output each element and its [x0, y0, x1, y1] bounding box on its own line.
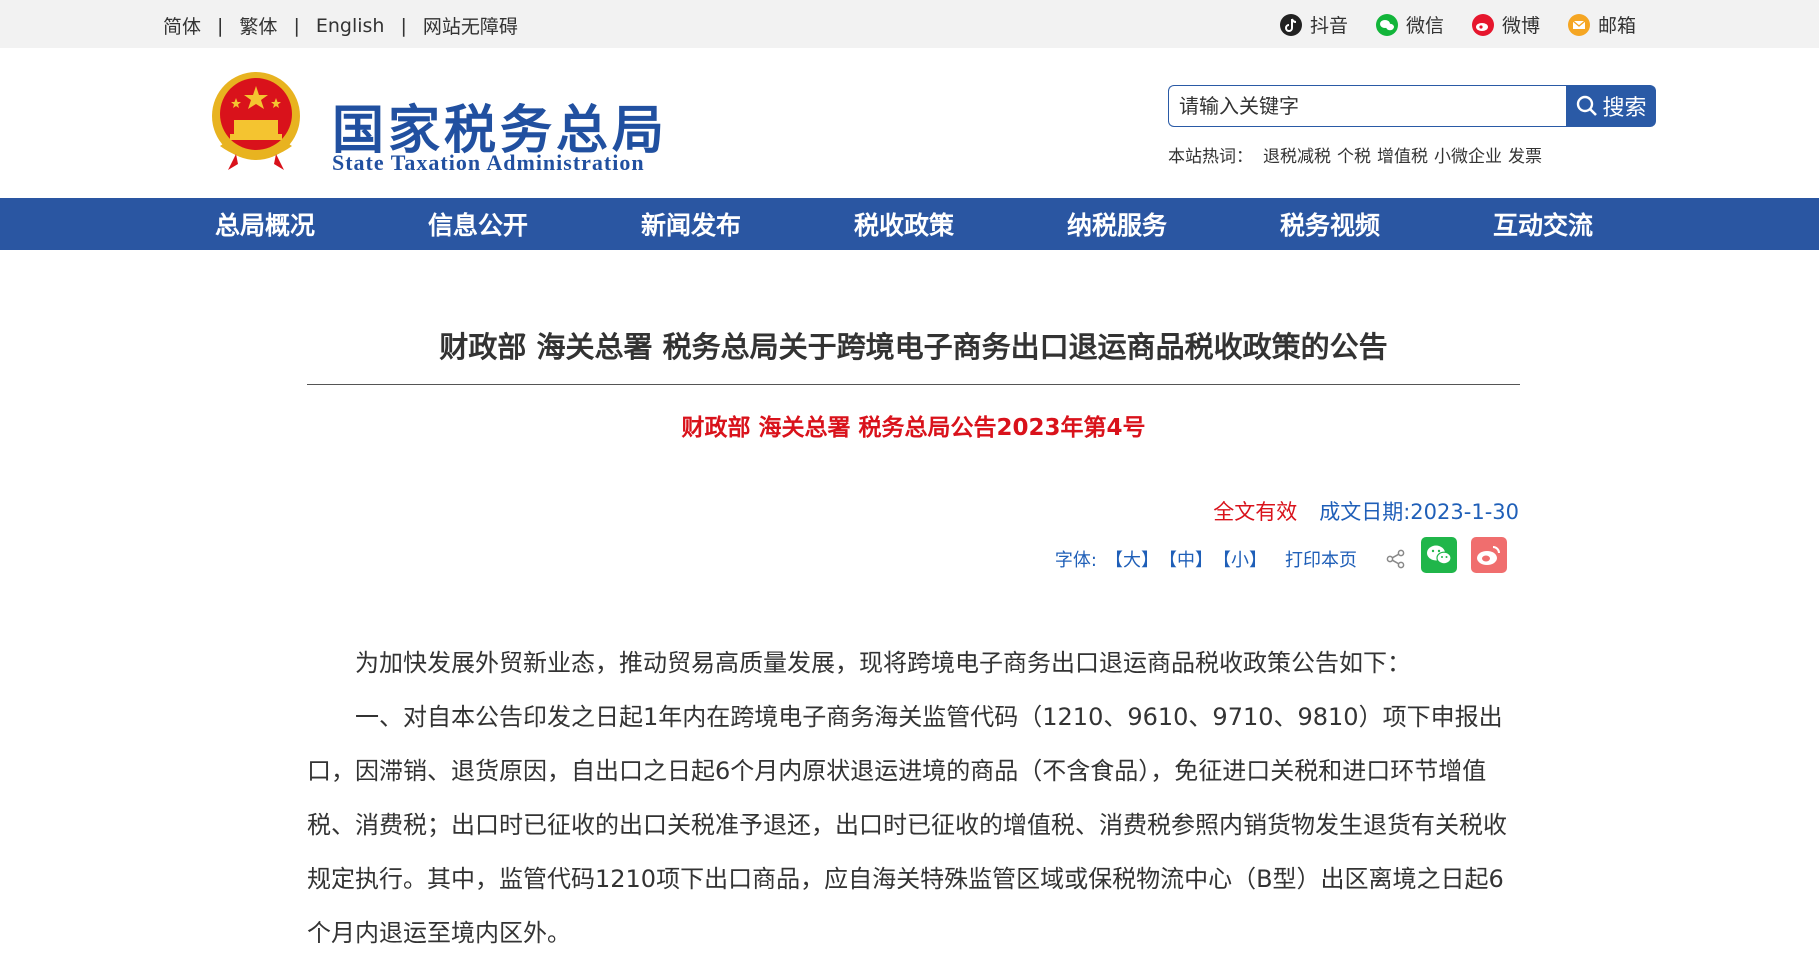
- lang-english-link[interactable]: English: [316, 15, 385, 37]
- social-weibo-label: 微博: [1501, 15, 1540, 37]
- separator: |: [217, 14, 224, 37]
- social-douyin-link[interactable]: 抖音: [1279, 11, 1348, 38]
- font-size-label: 字体:: [1054, 550, 1097, 571]
- social-links: 抖音 微信 微博 邮箱: [1252, 11, 1636, 38]
- share-icon[interactable]: [1385, 548, 1407, 570]
- nav-item-overview[interactable]: 总局概况: [215, 206, 428, 242]
- article-paragraph: 为加快发展外贸新业态，推动贸易高质量发展，现将跨境电子商务出口退运商品税收政策公…: [355, 649, 1411, 677]
- font-medium-button[interactable]: 【中】: [1159, 546, 1213, 572]
- nav-item-policy[interactable]: 税收政策: [854, 206, 1067, 242]
- share-wechat-button[interactable]: [1421, 537, 1457, 573]
- article-body: 为加快发展外贸新业态，推动贸易高质量发展，现将跨境电子商务出口退运商品税收政策公…: [307, 636, 1520, 960]
- lang-traditional-link[interactable]: 繁体: [239, 12, 277, 39]
- national-emblem-icon[interactable]: [206, 68, 306, 172]
- search-button-label: 搜索: [1602, 96, 1647, 121]
- document-date: 成文日期:2023-1-30: [1319, 500, 1519, 524]
- print-button[interactable]: 打印本页: [1285, 546, 1357, 572]
- accessibility-link[interactable]: 网站无障碍: [423, 12, 518, 39]
- title-divider: [307, 384, 1520, 385]
- font-large-button[interactable]: 【大】: [1105, 546, 1159, 572]
- site-logo-english[interactable]: State Taxation Administration: [332, 150, 645, 176]
- hot-word-link[interactable]: 小微企业: [1434, 147, 1502, 167]
- document-number: 财政部 海关总署 税务总局公告2023年第4号: [681, 415, 1146, 441]
- hot-words: 本站热词： 退税减税 个税 增值税 小微企业 发票: [1168, 142, 1548, 167]
- article-paragraph: 一、对自本公告印发之日起1年内在跨境电子商务海关监管代码（1210、9610、9…: [307, 703, 1507, 947]
- nav-item-service[interactable]: 纳税服务: [1067, 206, 1280, 242]
- top-bar: 简体 | 繁体 | English | 网站无障碍 抖音 微信 微博 邮箱: [0, 0, 1819, 48]
- wechat-icon: [1427, 545, 1452, 565]
- hot-word-link[interactable]: 发票: [1508, 147, 1542, 167]
- douyin-icon: [1279, 13, 1302, 36]
- lang-simplified-link[interactable]: 简体: [163, 12, 201, 39]
- nav-item-interaction[interactable]: 互动交流: [1493, 206, 1706, 242]
- search-input[interactable]: [1168, 85, 1566, 127]
- main-nav: 总局概况 信息公开 新闻发布 税收政策 纳税服务 税务视频 互动交流: [0, 198, 1819, 250]
- hot-word-link[interactable]: 增值税: [1377, 147, 1428, 167]
- social-weibo-link[interactable]: 微博: [1471, 11, 1540, 38]
- hot-words-label: 本站热词：: [1168, 147, 1253, 167]
- search-icon: [1577, 95, 1598, 116]
- search-bar: 搜索: [1168, 85, 1656, 127]
- weibo-icon: [1471, 13, 1494, 36]
- share-weibo-button[interactable]: [1471, 537, 1507, 573]
- hot-word-link[interactable]: 个税: [1337, 147, 1371, 167]
- social-douyin-label: 抖音: [1309, 15, 1348, 37]
- separator: |: [293, 14, 300, 37]
- article-tools: 字体: 【大】 【中】 【小】 打印本页: [1054, 537, 1507, 577]
- validity-status: 全文有效: [1213, 500, 1298, 524]
- wechat-icon: [1375, 13, 1398, 36]
- article-meta: 全文有效 成文日期:2023-1-30: [1213, 496, 1519, 526]
- nav-item-news[interactable]: 新闻发布: [641, 206, 854, 242]
- social-mail-label: 邮箱: [1597, 15, 1636, 37]
- nav-item-video[interactable]: 税务视频: [1280, 206, 1493, 242]
- hot-word-link[interactable]: 退税减税: [1263, 147, 1331, 167]
- social-wechat-link[interactable]: 微信: [1375, 11, 1444, 38]
- nav-item-disclosure[interactable]: 信息公开: [428, 206, 641, 242]
- social-wechat-label: 微信: [1405, 15, 1444, 37]
- weibo-icon: [1477, 546, 1500, 565]
- article-title: 财政部 海关总署 税务总局关于跨境电子商务出口退运商品税收政策的公告: [439, 330, 1388, 364]
- font-small-button[interactable]: 【小】: [1213, 546, 1267, 572]
- search-button[interactable]: 搜索: [1566, 85, 1656, 127]
- language-links: 简体 | 繁体 | English | 网站无障碍: [163, 12, 518, 39]
- separator: |: [400, 14, 407, 37]
- site-header: 国家税务总局 State Taxation Administration 搜索 …: [0, 48, 1819, 198]
- social-mail-link[interactable]: 邮箱: [1567, 11, 1636, 38]
- mail-icon: [1567, 13, 1590, 36]
